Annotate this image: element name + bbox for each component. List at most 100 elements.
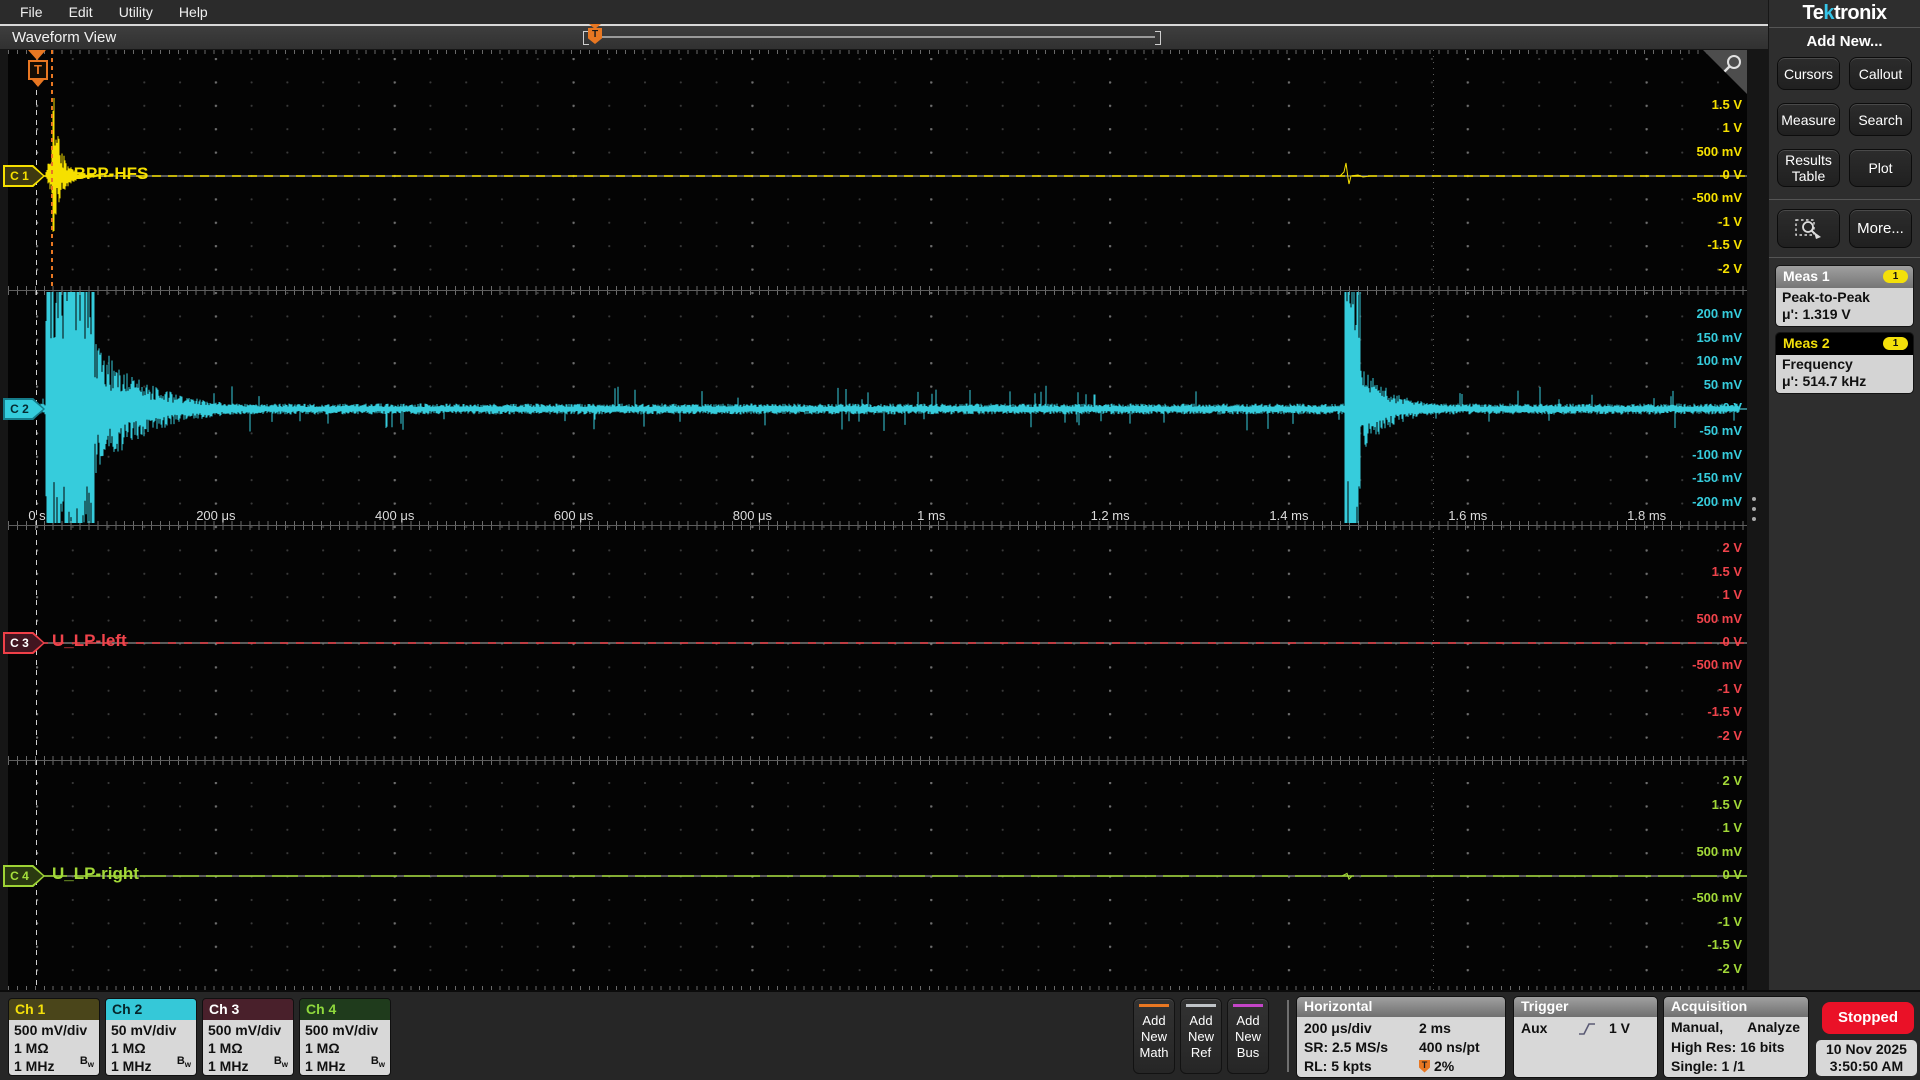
cursors-button[interactable]: Cursors (1777, 57, 1840, 90)
add-new-bus-button[interactable]: AddNewBus (1227, 998, 1269, 1074)
channel-scale: 500 mV/div (305, 1021, 390, 1039)
trigger-panel[interactable]: Trigger Aux 1 V (1513, 996, 1658, 1078)
horizontal-scale: 200 μs/div (1304, 1019, 1372, 1037)
time-label: 3:50:50 AM (1816, 1058, 1917, 1075)
record-length: RL: 5 kpts (1304, 1057, 1372, 1075)
meas-type: Frequency (1782, 356, 1907, 373)
channel-name: Ch 3 (203, 999, 293, 1020)
tektronix-logo: Tektronix (1769, 2, 1920, 25)
trace-c1-burst (46, 98, 1370, 232)
record-view-line (589, 36, 1155, 38)
sample-rate: SR: 2.5 MS/s (1304, 1038, 1388, 1056)
accent-stripe (1186, 1004, 1216, 1007)
acquisition-analyze: Analyze (1747, 1019, 1800, 1035)
meas-card-1[interactable]: Meas 11Peak-to-Peakμ': 1.319 V (1775, 265, 1914, 327)
bandwidth-limit-icon: Bw (371, 1052, 385, 1074)
add-new-label: Add New... (1769, 33, 1920, 50)
add-new-math-button[interactable]: AddNewMath (1133, 998, 1175, 1074)
add-button-line: Add (1228, 1013, 1268, 1029)
meas-card-2[interactable]: Meas 21Frequencyμ': 514.7 kHz (1775, 332, 1914, 394)
plot-area[interactable] (8, 50, 1747, 990)
acquisition-resolution: High Res: 16 bits (1671, 1038, 1785, 1056)
meas-card-body: Frequencyμ': 514.7 kHz (1776, 355, 1913, 393)
menu-items: FileEditUtilityHelp (0, 4, 230, 20)
add-button-line: Bus (1228, 1045, 1268, 1061)
channel-settings-body: 500 mV/div1 MΩ1 MHzBw (203, 1020, 293, 1076)
trigger-panel-body: Aux 1 V (1514, 1017, 1657, 1077)
menu-item-utility[interactable]: Utility (115, 4, 175, 20)
channel-scale: 500 mV/div (208, 1021, 293, 1039)
date-label: 10 Nov 2025 (1816, 1041, 1917, 1058)
channel-badge-label: C 3 (5, 634, 43, 652)
horizontal-panel-title: Horizontal (1297, 997, 1505, 1017)
menu-item-file[interactable]: File (16, 4, 65, 20)
trigger-position: T 2% (1419, 1057, 1454, 1075)
add-button-line: New (1181, 1029, 1221, 1045)
channel-settings-body: 50 mV/div1 MΩ1 MHzBw (106, 1020, 196, 1076)
zoom-select-button[interactable] (1777, 209, 1840, 248)
meas-card-header: Meas 21 (1776, 333, 1913, 355)
bandwidth-limit-icon: Bw (177, 1052, 191, 1074)
acquisition-panel-body: Manual, Analyze High Res: 16 bits Single… (1664, 1017, 1808, 1077)
meas-value: μ': 1.319 V (1782, 306, 1907, 323)
rising-edge-icon (1578, 1022, 1596, 1036)
horizontal-panel[interactable]: Horizontal 200 μs/div SR: 2.5 MS/s RL: 5… (1296, 996, 1506, 1078)
zoom-select-icon (1794, 217, 1824, 241)
menu-item-edit[interactable]: Edit (65, 4, 115, 20)
channel-settings-ch3[interactable]: Ch 3500 mV/div1 MΩ1 MHzBw (202, 998, 294, 1076)
record-view-right-bracket[interactable] (1155, 31, 1161, 45)
sample-interval: 400 ns/pt (1419, 1038, 1480, 1056)
channel-settings-ch4[interactable]: Ch 4500 mV/div1 MΩ1 MHzBw (299, 998, 391, 1076)
measurement-list: Meas 11Peak-to-Peakμ': 1.319 VMeas 21Fre… (1769, 258, 1920, 401)
channel-badge-label: C 2 (5, 400, 43, 418)
bandwidth-limit-icon: Bw (80, 1052, 94, 1074)
add-button-line: New (1228, 1029, 1268, 1045)
channel-badge-label: C 4 (5, 867, 43, 885)
acquisition-panel-title: Acquisition (1664, 997, 1808, 1017)
meas-value: μ': 514.7 kHz (1782, 373, 1907, 390)
channel-settings-ch1[interactable]: Ch 1500 mV/div1 MΩ1 MHzBw (8, 998, 100, 1076)
waveform-view-title: Waveform View (12, 29, 116, 46)
sidebar: Tektronix Add New... Cursors Callout Measu… (1768, 0, 1920, 995)
results-table-button[interactable]: Results Table (1777, 149, 1840, 187)
channel-settings-ch2[interactable]: Ch 250 mV/div1 MΩ1 MHzBw (105, 998, 197, 1076)
meas-name: Meas 2 (1783, 335, 1830, 351)
more-button[interactable]: More... (1849, 209, 1912, 248)
channel-scale: 500 mV/div (14, 1021, 99, 1039)
record-view-trigger-icon[interactable]: T (588, 28, 602, 44)
add-new-ref-button[interactable]: AddNewRef (1180, 998, 1222, 1074)
run-state-badge[interactable]: Stopped (1822, 1002, 1914, 1034)
acquisition-panel[interactable]: Acquisition Manual, Analyze High Res: 16… (1663, 996, 1809, 1078)
trigger-flag-small-icon: T (1419, 1060, 1430, 1073)
add-button-line: New (1134, 1029, 1174, 1045)
sidebar-tool-row: More... (1769, 200, 1920, 257)
menu-item-help[interactable]: Help (175, 4, 230, 20)
channel-settings-body: 500 mV/div1 MΩ1 MHzBw (9, 1020, 99, 1076)
search-button[interactable]: Search (1849, 103, 1912, 136)
trigger-level: 1 V (1609, 1019, 1630, 1037)
meas-card-header: Meas 11 (1776, 266, 1913, 288)
plot-button[interactable]: Plot (1849, 149, 1912, 187)
trace-c2-noise (30, 292, 1739, 523)
divider (1769, 27, 1920, 28)
add-button-line: Add (1181, 1013, 1221, 1029)
trigger-source: Aux (1521, 1019, 1547, 1037)
waveform-view: Waveform View T T C 1U_BPP-HFS1.5 V1 V50… (0, 24, 1768, 990)
measure-button[interactable]: Measure (1777, 103, 1840, 136)
channel-scale: 50 mV/div (111, 1021, 196, 1039)
channel-name: Ch 1 (9, 999, 99, 1020)
divider (1287, 1000, 1289, 1072)
waveform-view-titlebar[interactable]: Waveform View T (0, 26, 1768, 49)
menu-bar: FileEditUtilityHelp (0, 0, 1768, 24)
waveform-traces (8, 50, 1747, 990)
channel-badge-label: C 1 (5, 167, 43, 185)
meas-type: Peak-to-Peak (1782, 289, 1907, 306)
channel-settings-body: 500 mV/div1 MΩ1 MHzBw (300, 1020, 390, 1076)
acquisition-mode: Manual, (1671, 1019, 1723, 1035)
channel-name: Ch 4 (300, 999, 390, 1020)
panel-resize-grip[interactable] (1752, 497, 1758, 521)
callout-button[interactable]: Callout (1849, 57, 1912, 90)
bandwidth-limit-icon: Bw (274, 1052, 288, 1074)
sidebar-buttons: Cursors Callout Measure Search Results Table… (1769, 57, 1920, 187)
trigger-panel-title: Trigger (1514, 997, 1657, 1017)
